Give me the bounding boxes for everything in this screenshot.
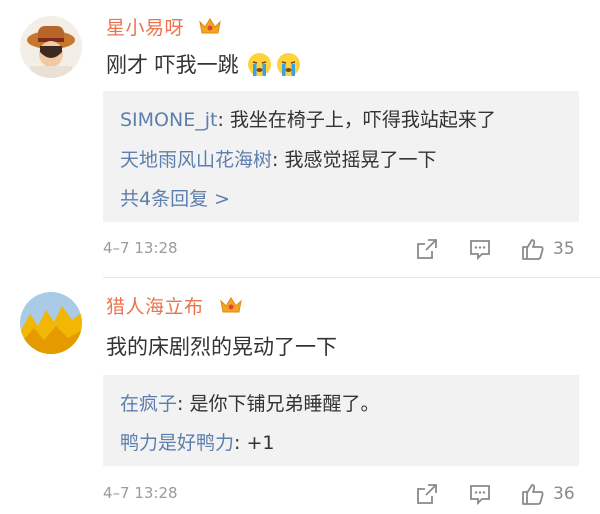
comment-text: 我的床剧烈的晃动了一下 (106, 335, 337, 359)
like-count: 35 (553, 239, 575, 259)
reply-text: : +1 (234, 432, 275, 454)
username[interactable]: 星小易呀 (106, 13, 184, 40)
vip-crown-icon (199, 18, 221, 34)
reply-username[interactable]: SIMONE_jt (120, 109, 217, 131)
like-count: 36 (553, 484, 575, 504)
share-icon[interactable] (415, 482, 439, 506)
comment-text: 刚才 吓我一跳 (106, 49, 301, 79)
crying-face-icon (247, 52, 271, 76)
reply-box[interactable]: SIMONE_jt: 我坐在椅子上，吓得我站起来了 天地雨风山花海树: 我感觉摇… (103, 91, 579, 222)
more-replies-link[interactable]: 共4条回复 > (120, 184, 230, 211)
comment-meta: 4–7 13:28 35 (103, 237, 600, 261)
comment-icon[interactable] (468, 237, 492, 261)
reply-item[interactable]: 天地雨风山花海树: 我感觉摇晃了一下 (120, 145, 436, 172)
like-thumb-icon[interactable] (521, 482, 545, 506)
avatar[interactable] (20, 16, 82, 78)
timestamp: 4–7 13:28 (103, 484, 178, 502)
comment-item: 星小易呀 刚才 吓我一跳 SIMONE_jt: 我坐在椅子上，吓得我站起来了 天… (0, 0, 600, 277)
reply-username[interactable]: 在疯子 (120, 393, 177, 415)
reply-item[interactable]: 鸭力是好鸭力: +1 (120, 428, 274, 455)
reply-username[interactable]: 天地雨风山花海树 (120, 149, 272, 171)
reply-item[interactable]: 在疯子: 是你下铺兄弟睡醒了。 (120, 389, 379, 416)
crying-face-icon (276, 52, 300, 76)
vip-crown-icon (220, 297, 242, 313)
avatar[interactable] (20, 292, 82, 354)
comment-icon[interactable] (468, 482, 492, 506)
reply-text: : 是你下铺兄弟睡醒了。 (177, 393, 380, 415)
username[interactable]: 猎人海立布 (106, 292, 204, 319)
reply-item[interactable]: SIMONE_jt: 我坐在椅子上，吓得我站起来了 (120, 105, 496, 132)
comment-meta: 4–7 13:28 36 (103, 482, 600, 506)
comment-item: 猎人海立布 我的床剧烈的晃动了一下 在疯子: 是你下铺兄弟睡醒了。 鸭力是好鸭力… (0, 277, 600, 514)
share-icon[interactable] (415, 237, 439, 261)
reply-username[interactable]: 鸭力是好鸭力 (120, 432, 234, 454)
reply-text: : 我感觉摇晃了一下 (272, 149, 437, 171)
reply-box[interactable]: 在疯子: 是你下铺兄弟睡醒了。 鸭力是好鸭力: +1 (103, 375, 579, 466)
like-thumb-icon[interactable] (521, 237, 545, 261)
timestamp: 4–7 13:28 (103, 239, 178, 257)
reply-text: : 我坐在椅子上，吓得我站起来了 (217, 109, 496, 131)
